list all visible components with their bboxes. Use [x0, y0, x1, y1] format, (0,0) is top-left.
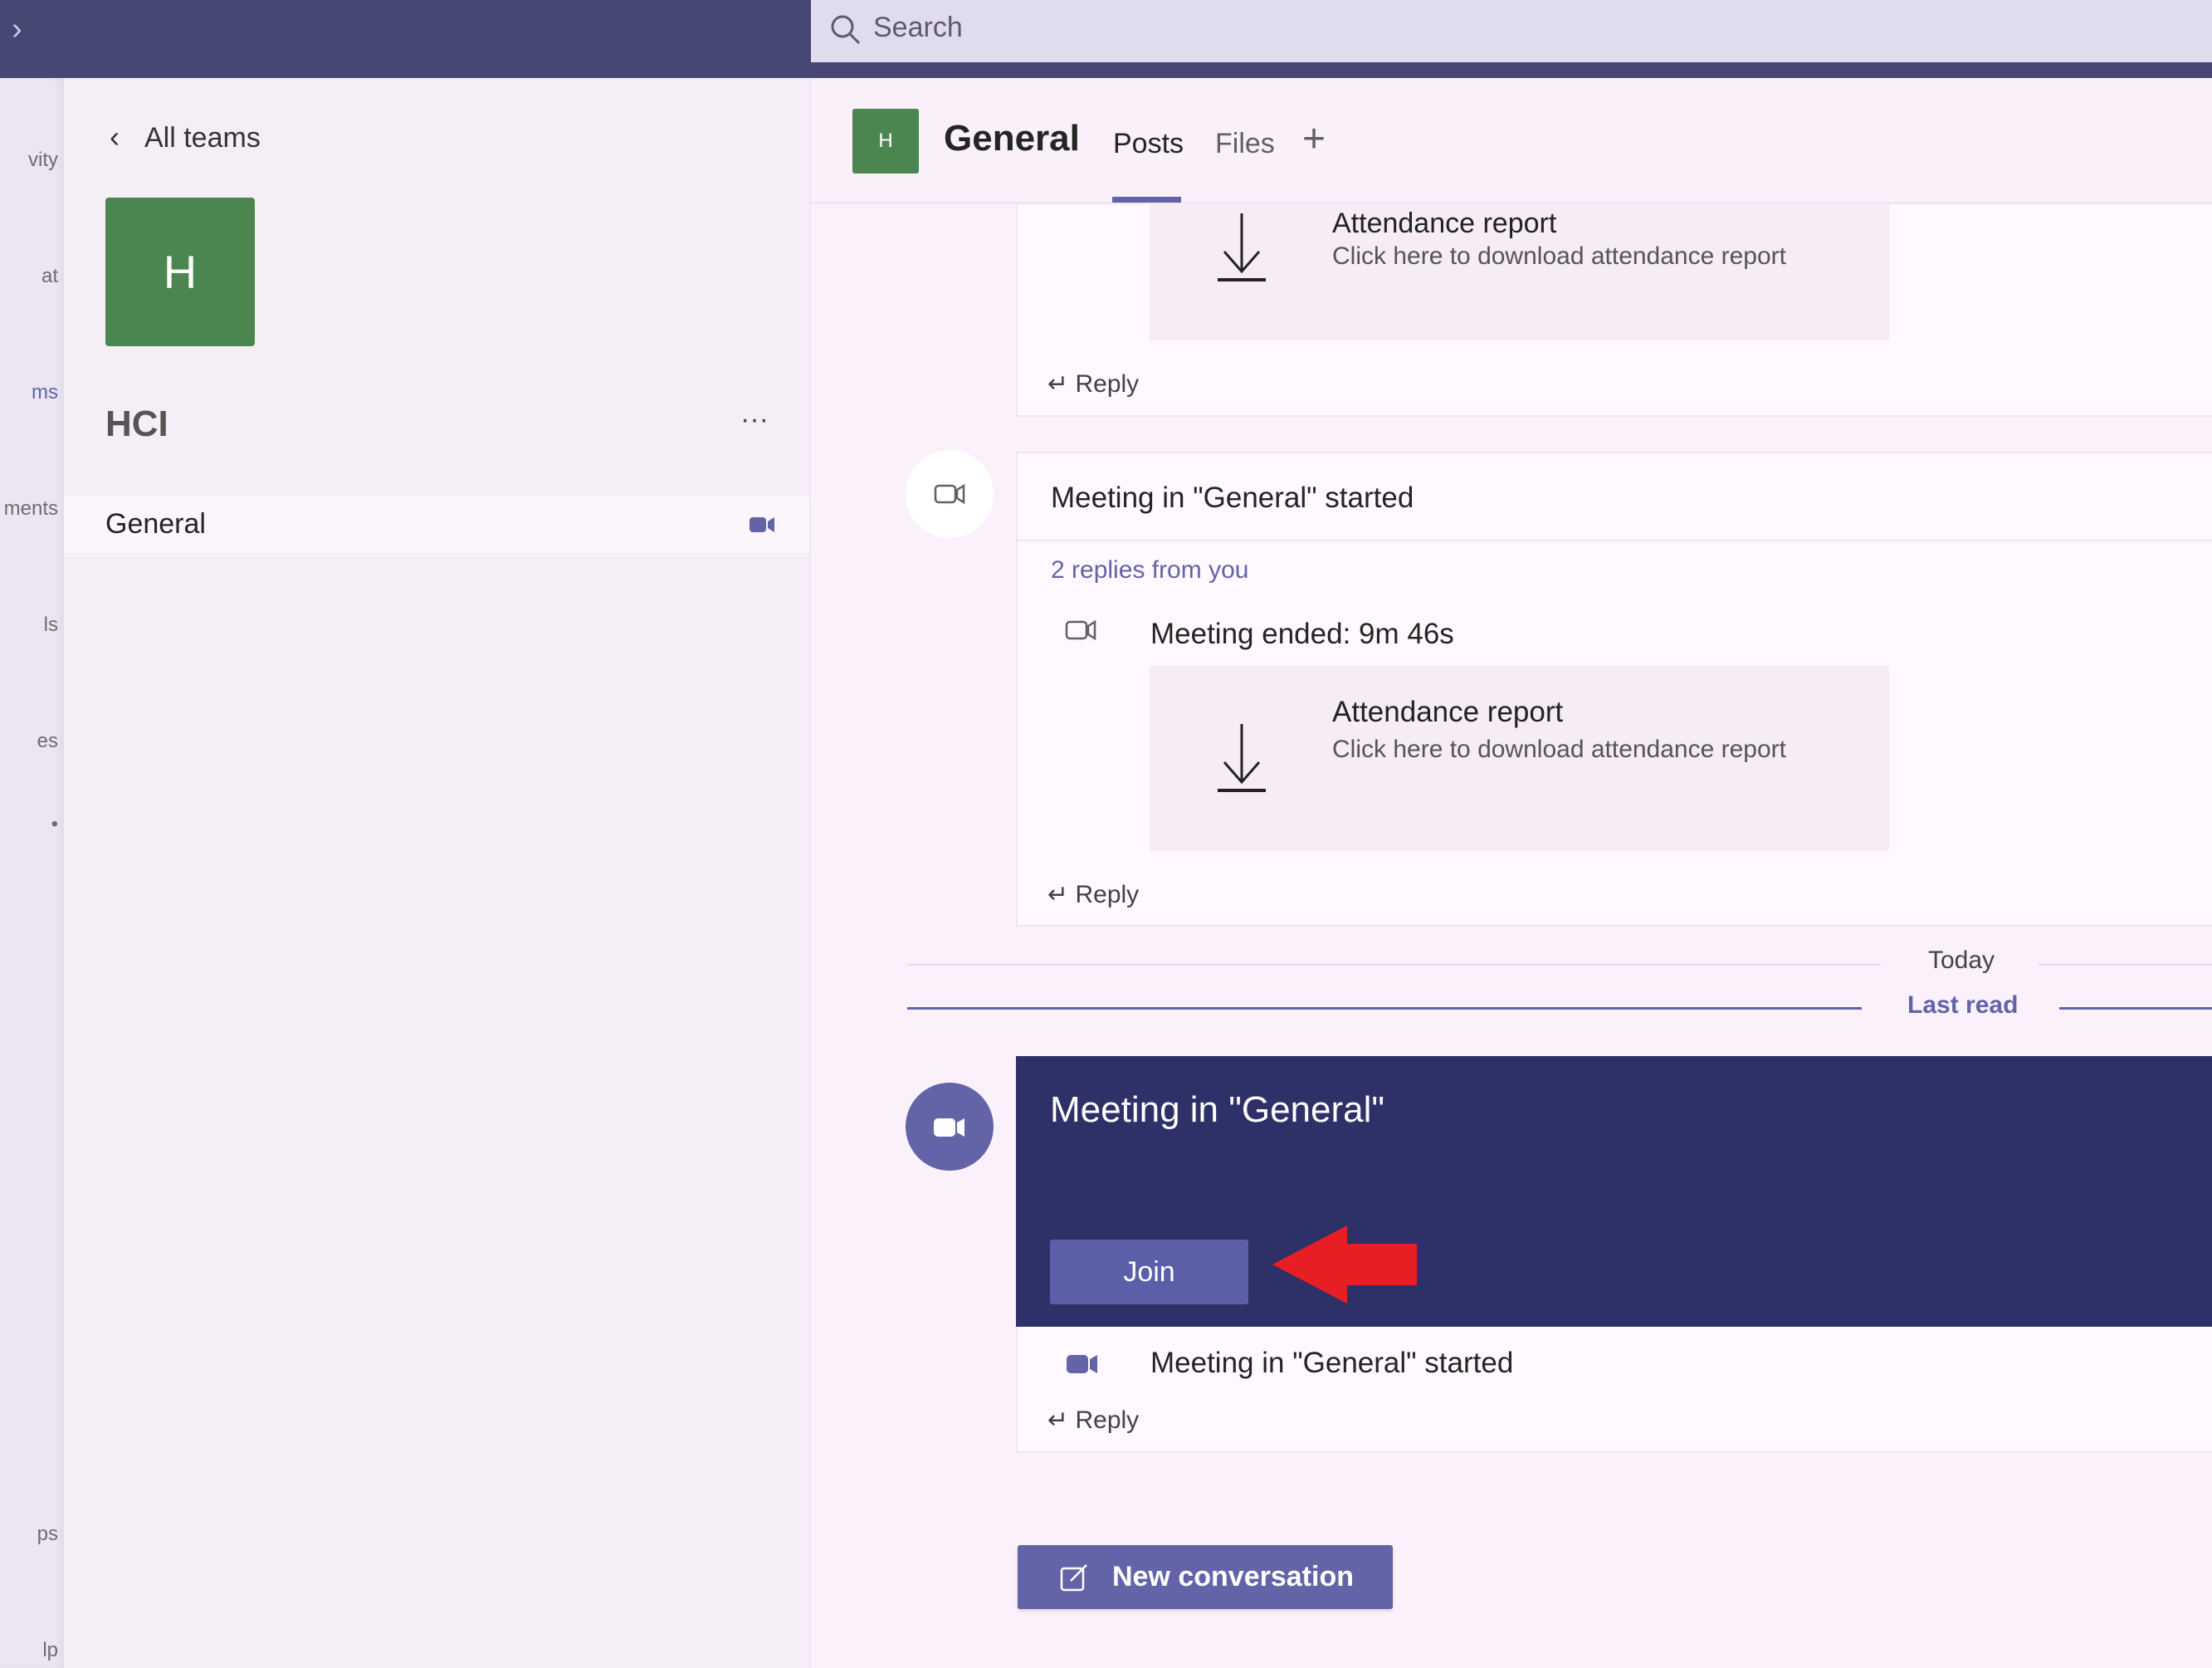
new-conversation-button[interactable]: New conversation: [1018, 1545, 1393, 1609]
red-arrow-annotation: [1272, 1225, 1417, 1304]
team-more-button[interactable]: ···: [740, 404, 769, 436]
replies-link[interactable]: 2 replies from you: [1051, 556, 1248, 585]
rail-chat[interactable]: at: [0, 265, 58, 288]
reply-icon: ↵: [1047, 1406, 1069, 1434]
reply-icon: ↵: [1047, 881, 1069, 908]
add-tab-button[interactable]: +: [1302, 116, 1326, 162]
team-panel: ‹ All teams H HCI ··· General: [64, 78, 811, 1668]
meeting-banner: Meeting in "General" Join: [1016, 1056, 2212, 1327]
channel-avatar: H: [852, 109, 919, 174]
meeting-title: Meeting in "General": [1050, 1089, 1385, 1130]
reply-button[interactable]: ↵ Reply: [1047, 369, 1139, 399]
rail-apps[interactable]: ps: [0, 1523, 58, 1546]
rail-teams[interactable]: ms: [0, 381, 58, 404]
top-bar: ›: [0, 0, 811, 78]
search-bar[interactable]: Search: [811, 0, 2212, 78]
reply-button[interactable]: ↵ Reply: [1047, 880, 1139, 909]
search-icon: [831, 15, 861, 45]
channel-title: General: [944, 118, 1080, 159]
download-icon: [1218, 213, 1266, 281]
meeting-card-footer: Meeting in "General" started: [1016, 1327, 2212, 1453]
search-input[interactable]: Search: [873, 12, 963, 44]
compose-icon: [1060, 1563, 1087, 1591]
today-divider-line: [2039, 964, 2212, 966]
reply-icon: ↵: [1047, 370, 1069, 398]
rail-more[interactable]: •: [0, 813, 58, 836]
rail-assignments[interactable]: ments: [0, 497, 58, 521]
join-button[interactable]: Join: [1050, 1240, 1248, 1304]
divider: [1018, 540, 2212, 541]
rail-files[interactable]: es: [0, 730, 58, 753]
channel-general[interactable]: General: [64, 496, 809, 553]
last-read-line: [907, 1007, 1862, 1010]
team-avatar: H: [105, 198, 255, 346]
tab-posts-underline: [1112, 197, 1181, 203]
rail-help[interactable]: lp: [0, 1639, 58, 1662]
expand-chevron-icon[interactable]: ›: [12, 12, 22, 47]
meeting-icon: [906, 1083, 994, 1171]
attachment-card[interactable]: Attendance report Click here to download…: [1150, 666, 1889, 851]
app-rail: vity at ms ments ls es • ps lp: [0, 78, 64, 1668]
meeting-icon: [906, 450, 994, 538]
meeting-started-icon: [1067, 1355, 1097, 1373]
last-read-label: Last read: [1907, 991, 2019, 1019]
channel-header: H General Posts Files +: [811, 78, 2212, 204]
last-read-line: [2059, 1007, 2212, 1010]
tab-files[interactable]: Files: [1215, 128, 1275, 160]
all-teams-link[interactable]: ‹ All teams: [110, 120, 261, 154]
tab-posts[interactable]: Posts: [1113, 128, 1184, 160]
reply-button[interactable]: ↵ Reply: [1047, 1406, 1139, 1435]
meeting-live-icon: [750, 517, 774, 532]
rail-calls[interactable]: ls: [0, 614, 58, 637]
attachment-card[interactable]: Attendance report Click here to download…: [1150, 199, 1889, 340]
team-name: HCI: [105, 404, 168, 444]
rail-activity[interactable]: vity: [0, 149, 58, 172]
today-divider-line: [907, 964, 1881, 966]
back-chevron-icon: ‹: [110, 120, 120, 154]
today-label: Today: [1928, 947, 1995, 974]
meeting-ended-icon: [1065, 619, 1096, 641]
download-icon: [1218, 724, 1266, 792]
